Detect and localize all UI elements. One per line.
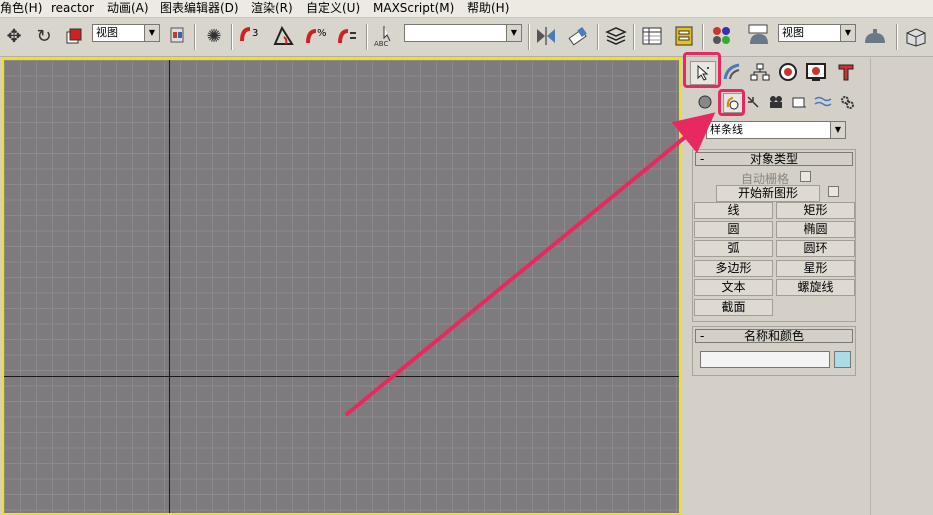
- annotation-arrow: [345, 112, 716, 416]
